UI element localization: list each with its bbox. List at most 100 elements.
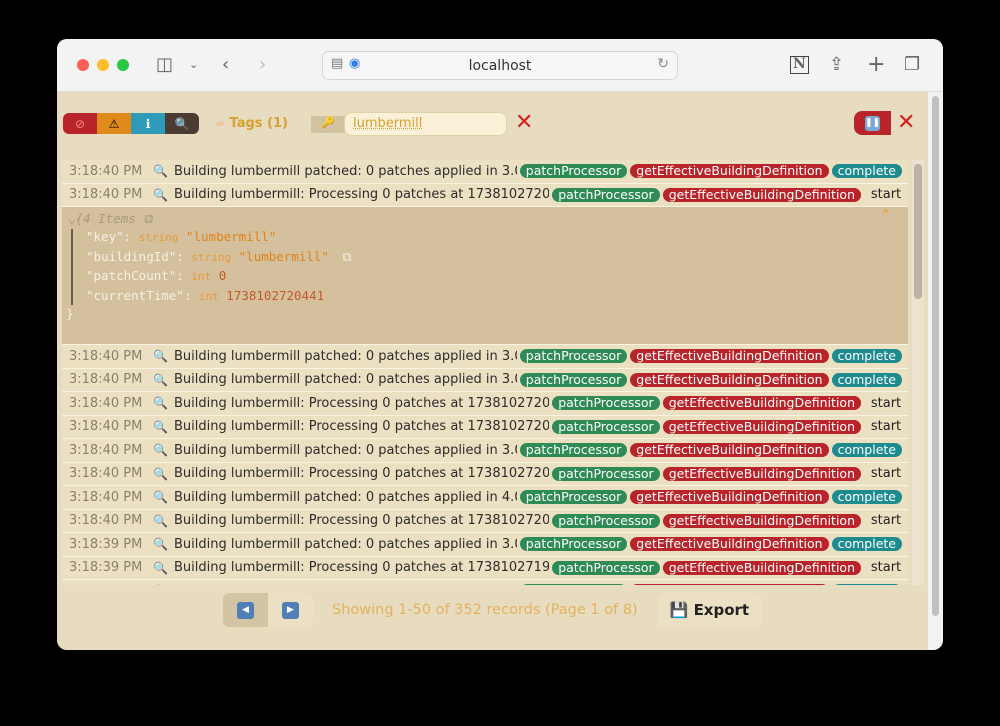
tag-getEffectiveBuildingDefinition[interactable]: getEffectiveBuildingDefinition bbox=[630, 349, 829, 364]
page-scrollbar[interactable] bbox=[928, 92, 943, 650]
forward-icon: › bbox=[259, 54, 267, 75]
tag-patchProcessor[interactable]: patchProcessor bbox=[552, 396, 660, 411]
debug-filter-icon[interactable]: 🔍 bbox=[165, 113, 199, 134]
collapse-icon[interactable]: ⌄ bbox=[68, 211, 76, 226]
tag-patchProcessor[interactable]: patchProcessor bbox=[519, 537, 628, 552]
footer: ◀ ▶ Showing 1-50 of 352 records (Page 1 … bbox=[57, 585, 928, 637]
warning-filter-icon[interactable]: ⚠ bbox=[97, 113, 131, 134]
zoom-window-button[interactable] bbox=[117, 59, 129, 71]
tag-getEffectiveBuildingDefinition[interactable]: getEffectiveBuildingDefinition bbox=[662, 513, 861, 528]
json-entry: "currentTime": int 1738102720441 bbox=[86, 288, 324, 303]
error-filter-icon[interactable]: ⊘ bbox=[63, 113, 97, 134]
share-icon[interactable]: ⇪ bbox=[829, 53, 844, 77]
tag-complete[interactable]: complete bbox=[831, 349, 902, 364]
tag-complete[interactable]: complete bbox=[831, 372, 902, 387]
level-filters: ⊘ ⚠ ℹ 🔍 bbox=[63, 113, 199, 134]
tag-getEffectiveBuildingDefinition[interactable]: getEffectiveBuildingDefinition bbox=[630, 372, 829, 387]
address-bar[interactable]: ▤ ◉ localhost ↻ bbox=[322, 51, 678, 80]
log-row[interactable]: 3:18:40 PM 🔍 Building lumbermill patched… bbox=[62, 486, 908, 510]
log-status: start bbox=[870, 419, 902, 435]
back-icon[interactable]: ‹ bbox=[222, 53, 229, 77]
info-filter-icon[interactable]: ℹ bbox=[131, 113, 165, 134]
tag-patchProcessor[interactable]: patchProcessor bbox=[552, 560, 660, 575]
tag-patchProcessor[interactable]: patchProcessor bbox=[519, 490, 628, 505]
export-button[interactable]: 💾 Export bbox=[657, 593, 762, 627]
sidebar-icon[interactable]: ◫ bbox=[156, 53, 173, 77]
pause-button[interactable]: ❚❚ bbox=[854, 111, 891, 135]
log-message: Building lumbermill: Processing 0 patche… bbox=[174, 466, 550, 482]
tag-patchProcessor[interactable]: patchProcessor bbox=[519, 349, 628, 364]
close-window-button[interactable] bbox=[77, 59, 89, 71]
debug-magnifier-icon: 🔍 bbox=[153, 443, 168, 458]
tag-getEffectiveBuildingDefinition[interactable]: getEffectiveBuildingDefinition bbox=[662, 396, 861, 411]
tag-patchProcessor[interactable]: patchProcessor bbox=[552, 187, 660, 202]
tag-patchProcessor[interactable]: patchProcessor bbox=[552, 466, 660, 481]
browser-window: ◫ ⌄ ‹ › ▤ ◉ localhost ↻ N ⇪ + ❐ ⊘ ⚠ ℹ 🔍 … bbox=[57, 39, 943, 650]
json-open-brace: { bbox=[75, 211, 84, 226]
prev-page-button[interactable]: ◀ bbox=[223, 593, 268, 627]
log-row[interactable]: 3:18:40 PM 🔍 Building lumbermill: Proces… bbox=[62, 509, 908, 533]
copy-icon[interactable]: ⧉ bbox=[342, 249, 351, 264]
json-value: 1738102720441 bbox=[226, 287, 325, 303]
tags-button[interactable]: ▰ Tags (1) bbox=[215, 116, 288, 131]
minimize-window-button[interactable] bbox=[97, 59, 109, 71]
debug-magnifier-icon: 🔍 bbox=[153, 490, 168, 505]
debug-magnifier-icon: 🔍 bbox=[153, 537, 168, 552]
new-tab-icon[interactable]: + bbox=[867, 53, 885, 77]
tag-getEffectiveBuildingDefinition[interactable]: getEffectiveBuildingDefinition bbox=[630, 537, 829, 552]
tag-complete[interactable]: complete bbox=[831, 164, 902, 179]
log-row[interactable]: 3:18:40 PM 🔍 Building lumbermill: Proces… bbox=[62, 392, 908, 416]
log-row[interactable]: 3:18:40 PM 🔍 Building lumbermill: Proces… bbox=[62, 183, 908, 207]
log-row[interactable]: 3:18:40 PM 🔍 Building lumbermill patched… bbox=[62, 439, 908, 463]
json-header[interactable]: ⌄{4 Items ⧉ bbox=[68, 211, 152, 227]
log-message: Building lumbermill: Processing 0 patche… bbox=[174, 395, 550, 411]
list-scrollbar[interactable] bbox=[912, 160, 924, 585]
log-row[interactable]: 3:18:40 PM 🔍 Building lumbermill patched… bbox=[62, 368, 908, 392]
json-entry: "patchCount": int 0 bbox=[86, 268, 226, 283]
log-row[interactable]: 3:18:40 PM 🔍 Building lumbermill: Proces… bbox=[62, 462, 908, 486]
tag-complete[interactable]: complete bbox=[831, 490, 902, 505]
tag-getEffectiveBuildingDefinition[interactable]: getEffectiveBuildingDefinition bbox=[662, 466, 861, 481]
json-entry: "key": string "lumbermill" bbox=[86, 229, 276, 244]
collapse-caret-icon[interactable]: ⌃ bbox=[882, 207, 890, 223]
log-time: 3:18:40 PM bbox=[69, 348, 143, 364]
tag-getEffectiveBuildingDefinition[interactable]: getEffectiveBuildingDefinition bbox=[662, 187, 861, 202]
clear-search-icon[interactable]: ✕ bbox=[515, 110, 533, 135]
debug-magnifier-icon: 🔍 bbox=[153, 560, 168, 575]
next-page-button[interactable]: ▶ bbox=[268, 593, 313, 627]
search-input[interactable]: lumbermill bbox=[344, 112, 507, 136]
tag-patchProcessor[interactable]: patchProcessor bbox=[519, 164, 628, 179]
tag-getEffectiveBuildingDefinition[interactable]: getEffectiveBuildingDefinition bbox=[630, 490, 829, 505]
reload-icon[interactable]: ↻ bbox=[657, 56, 669, 72]
tag-patchProcessor[interactable]: patchProcessor bbox=[519, 443, 628, 458]
tag-patchProcessor[interactable]: patchProcessor bbox=[552, 419, 660, 434]
debug-magnifier-icon: 🔍 bbox=[153, 187, 168, 202]
log-time: 3:18:40 PM bbox=[69, 513, 143, 529]
close-panel-icon[interactable]: ✕ bbox=[897, 110, 915, 135]
tag-getEffectiveBuildingDefinition[interactable]: getEffectiveBuildingDefinition bbox=[630, 164, 829, 179]
copy-icon[interactable]: ⧉ bbox=[143, 211, 152, 226]
log-message: Building lumbermill patched: 0 patches a… bbox=[174, 536, 517, 552]
tag-getEffectiveBuildingDefinition[interactable]: getEffectiveBuildingDefinition bbox=[662, 560, 861, 575]
tag-patchProcessor[interactable]: patchProcessor bbox=[519, 372, 628, 387]
log-row[interactable]: 3:18:39 PM 🔍 Building lumbermill patched… bbox=[62, 533, 908, 557]
chevron-down-icon[interactable]: ⌄ bbox=[189, 53, 198, 77]
pagination: ◀ ▶ bbox=[223, 593, 313, 627]
log-row[interactable]: 3:18:40 PM 🔍 Building lumbermill: Proces… bbox=[62, 415, 908, 439]
tag-getEffectiveBuildingDefinition[interactable]: getEffectiveBuildingDefinition bbox=[662, 419, 861, 434]
log-row[interactable]: 3:18:40 PM 🔍 Building lumbermill patched… bbox=[62, 160, 908, 184]
json-type: int bbox=[198, 289, 219, 303]
tag-complete[interactable]: complete bbox=[831, 443, 902, 458]
debug-magnifier-icon: 🔍 bbox=[153, 372, 168, 387]
tag-complete[interactable]: complete bbox=[831, 537, 902, 552]
tag-patchProcessor[interactable]: patchProcessor bbox=[552, 513, 660, 528]
log-time: 3:18:40 PM bbox=[69, 163, 143, 179]
tag-getEffectiveBuildingDefinition[interactable]: getEffectiveBuildingDefinition bbox=[630, 443, 829, 458]
tabs-overview-icon[interactable]: ❐ bbox=[904, 53, 920, 77]
log-message: Building lumbermill patched: 0 patches a… bbox=[174, 442, 517, 458]
notion-icon[interactable]: N bbox=[790, 56, 809, 74]
log-row[interactable]: 3:18:40 PM 🔍 Building lumbermill patched… bbox=[62, 345, 908, 369]
log-row[interactable]: 3:18:39 PM 🔍 Building lumbermill: Proces… bbox=[62, 556, 908, 580]
log-message: Building lumbermill: Processing 0 patche… bbox=[174, 187, 550, 203]
log-time: 3:18:40 PM bbox=[69, 466, 143, 482]
